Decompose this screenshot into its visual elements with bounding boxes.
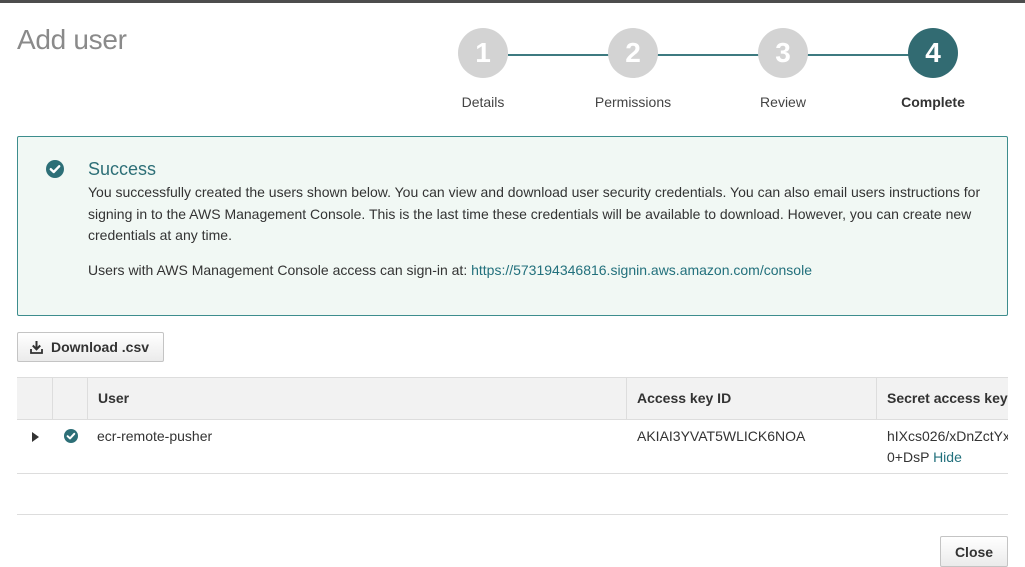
- user-name: ecr-remote-pusher: [97, 428, 213, 444]
- page-title: Add user: [17, 24, 127, 55]
- access-key-id: AKIAI3YVAT5WLICK6NOA: [637, 428, 806, 444]
- success-title: Success: [88, 159, 157, 179]
- signin-info: Users with AWS Management Console access…: [88, 262, 812, 278]
- expand-column-header: [17, 378, 52, 419]
- footer-divider: [17, 514, 1008, 515]
- step-label: Review: [760, 94, 806, 110]
- secret-access-key-continued: 0+DsP Hide: [887, 449, 962, 465]
- column-header-secret-access-key[interactable]: Secret access key: [876, 378, 1008, 419]
- table-row: ecr-remote-pusher AKIAI3YVAT5WLICK6NOA h…: [17, 420, 1008, 474]
- download-csv-button[interactable]: Download .csv: [17, 332, 164, 362]
- step-number: 4: [908, 28, 958, 78]
- step-label: Details: [461, 94, 505, 110]
- top-border: [0, 0, 1025, 3]
- step-label: Permissions: [594, 94, 672, 110]
- check-circle-icon: [46, 160, 64, 178]
- download-label: Download .csv: [51, 339, 150, 355]
- console-signin-link[interactable]: https://573194346816.signin.aws.amazon.c…: [471, 262, 812, 278]
- step-number: 2: [608, 28, 658, 78]
- wizard-stepper: 1 Details 2 Permissions 3 Review 4 Compl…: [433, 28, 993, 118]
- step-label: Complete: [901, 94, 965, 110]
- step-details: 1 Details: [433, 28, 533, 110]
- success-message: You successfully created the users shown…: [88, 184, 981, 243]
- step-review: 3 Review: [733, 28, 833, 110]
- step-number: 1: [458, 28, 508, 78]
- column-header-access-key-id[interactable]: Access key ID: [626, 378, 876, 419]
- step-permissions: 2 Permissions: [583, 28, 683, 110]
- close-button[interactable]: Close: [940, 536, 1008, 567]
- step-complete: 4 Complete: [883, 28, 983, 110]
- check-circle-icon: [64, 429, 78, 443]
- hide-secret-link[interactable]: Hide: [933, 449, 962, 465]
- secret-access-key-tail: 0+DsP: [887, 449, 930, 465]
- download-icon: [30, 341, 43, 354]
- users-table: User Access key ID Secret access key ecr…: [17, 377, 1008, 475]
- status-column-header: [52, 378, 87, 419]
- table-header: User Access key ID Secret access key: [17, 377, 1008, 420]
- expand-row-icon[interactable]: [32, 432, 39, 442]
- secret-access-key: hIXcs026/xDnZctYx: [887, 428, 1008, 444]
- signin-prefix: Users with AWS Management Console access…: [88, 262, 472, 278]
- step-number: 3: [758, 28, 808, 78]
- success-alert: Success You successfully created the use…: [17, 136, 1008, 316]
- column-header-user[interactable]: User: [87, 378, 627, 419]
